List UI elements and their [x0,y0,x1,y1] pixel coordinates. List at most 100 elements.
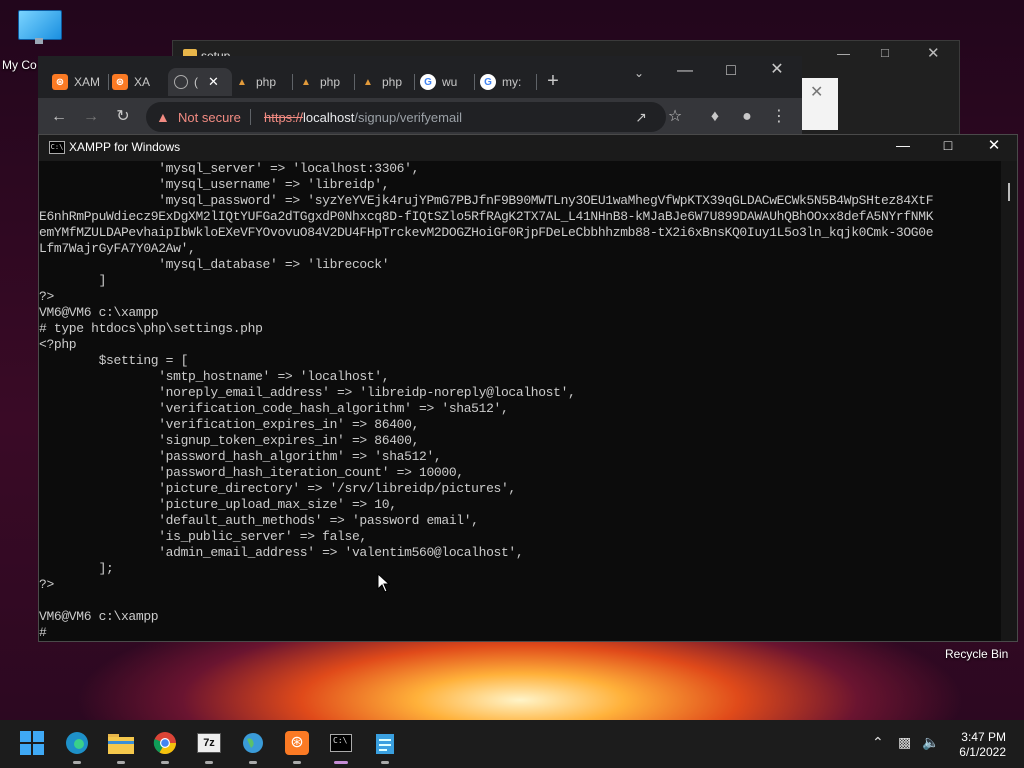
recycle-bin-label[interactable]: Recycle Bin [945,647,1008,661]
console-line: <?php [39,337,77,352]
tab-php-2[interactable]: ▲ php [298,68,350,96]
console-line: 'picture_upload_max_size' => 10, [39,497,397,512]
close-icon[interactable]: ✕ [927,44,940,62]
console-title-bar[interactable]: C:\ XAMPP for Windows — □ ✕ [39,135,1017,161]
url-text[interactable]: https://localhost/signup/verifyemail [264,110,462,125]
tab-label: XAM [74,75,101,89]
this-pc-icon[interactable] [18,10,62,44]
console-line: VM6@VM6 c:\xampp [39,609,159,624]
close-icon[interactable]: ✕ [810,82,823,102]
console-line: VM6@VM6 c:\xampp [39,305,159,320]
share-icon[interactable]: ↗ [630,106,652,128]
php-icon: ▲ [363,76,373,88]
volume-icon[interactable]: 🔈 [922,734,939,751]
console-line: E6nhRmPpuWdiecz9ExDgXM2lIQtYUFGa2dTGgxdP… [39,209,934,224]
mouse-cursor-icon [377,573,391,593]
file-explorer-app[interactable] [106,728,136,764]
console-icon: C:\ [49,141,65,154]
close-icon[interactable]: ✕ [766,59,788,81]
tab-google-1[interactable]: G wu [420,68,472,96]
close-icon[interactable]: ✕ [979,136,1009,154]
minimize-icon[interactable]: — [837,46,850,61]
console-title: XAMPP for Windows [69,140,181,154]
globe-icon [174,75,188,89]
minimize-icon[interactable]: — [888,137,918,153]
chrome-app[interactable] [150,728,180,764]
console-line: emYMfMZULDAPevhaipIbWkloEXeVFYOvovuO84V2… [39,225,934,240]
console-line: 'admin_email_address' => 'valentim560@lo… [39,545,524,560]
console-line: ?> [39,289,54,304]
profile-icon[interactable]: ● [736,106,758,128]
warning-icon[interactable]: ▲ [156,109,170,125]
console-line: 'is_public_server' => false, [39,529,367,544]
menu-icon[interactable]: ⋮ [768,106,790,128]
clock-date: 6/1/2022 [959,745,1006,759]
this-pc-label[interactable]: My Co [2,58,37,72]
console-line: Lfm7WajrGyFA7Y0A2Aw', [39,241,196,256]
console-window[interactable]: C:\ XAMPP for Windows — □ ✕ 'mysql_serve… [38,134,1018,642]
xampp-app[interactable]: ⊛ [282,728,312,764]
console-line: 'noreply_email_address' => 'libreidp-nor… [39,385,576,400]
maximize-icon[interactable]: □ [933,137,963,153]
tab-xampp-2[interactable]: ⊛ XA [112,68,164,96]
xampp-icon: ⊛ [112,74,128,90]
console-line: 'mysql_username' => 'libreidp', [39,177,390,192]
php-icon: ▲ [301,76,311,88]
tab-label: php [256,75,277,89]
tab-label: ( [194,75,198,89]
console-scrollbar[interactable] [1001,161,1017,641]
browser-toolbar: ← → ↻ ▲ Not secure https://localhost/sig… [38,98,802,136]
scroll-thumb[interactable] [1008,183,1010,201]
console-line: 'password_hash_algorithm' => 'sha512', [39,449,442,464]
tab-label: php [320,75,341,89]
console-line: 'default_auth_methods' => 'password emai… [39,513,479,528]
console-output[interactable]: 'mysql_server' => 'localhost:3306', 'mys… [39,161,1001,641]
tab-label: my: [502,75,522,89]
start-button[interactable] [17,728,47,758]
tab-active[interactable]: ( ✕ [168,68,232,96]
tab-php-3[interactable]: ▲ php [360,68,412,96]
folder-icon [108,734,134,754]
console-line: 'mysql_database' => 'librecock' [39,257,390,272]
console-line: 'mysql_server' => 'localhost:3306', [39,161,420,176]
back-icon[interactable]: ← [48,106,70,128]
security-label[interactable]: Not secure [178,110,241,125]
7zip-app[interactable]: 7z [194,728,224,764]
address-bar[interactable]: ▲ Not secure https://localhost/signup/ve… [146,102,666,132]
console-line: ?> [39,577,54,592]
edge-app[interactable] [62,728,92,764]
network-icon[interactable]: ▩ [898,734,911,751]
new-tab-icon[interactable]: + [542,70,564,92]
console-line: 'picture_directory' => '/srv/libreidp/pi… [39,481,516,496]
url-protocol: https:// [264,110,304,125]
maximize-icon[interactable]: □ [720,60,742,82]
maximize-icon[interactable]: □ [881,45,889,60]
minimize-icon[interactable]: — [674,60,696,82]
tab-xampp-1[interactable]: ⊛ XAM [52,68,104,96]
notepad-icon [376,734,394,754]
google-icon: G [420,74,436,90]
console-line: 'smtp_hostname' => 'localhost', [39,369,390,384]
bookmark-star-icon[interactable]: ☆ [664,106,686,128]
tab-search-icon[interactable]: ⌄ [628,62,650,84]
tab-strip: ⊛ XAM ⊛ XA ( ✕ ▲ php ▲ php ▲ php G wu G … [38,56,802,98]
network-app[interactable] [238,728,268,764]
google-icon: G [480,74,496,90]
chevron-up-icon[interactable]: ⌃ [872,734,884,751]
console-line: 'password_hash_iteration_count' => 10000… [39,465,464,480]
chrome-window[interactable]: ⊛ XAM ⊛ XA ( ✕ ▲ php ▲ php ▲ php G wu G … [38,56,802,136]
system-clock[interactable]: 3:47 PM 6/1/2022 [946,730,1006,760]
forward-icon[interactable]: → [80,106,102,128]
reload-icon[interactable]: ↻ [112,106,134,128]
console-line: 'verification_code_hash_algorithm' => 's… [39,401,509,416]
tab-google-2[interactable]: G my: [480,68,532,96]
xampp-icon: ⊛ [285,731,309,755]
console-line: # [39,625,47,640]
terminal-app[interactable]: C:\ [326,728,356,764]
notepad-app[interactable] [370,728,400,764]
extensions-icon[interactable]: ♦ [704,106,726,128]
tab-close-icon[interactable]: ✕ [208,74,219,90]
tab-label: php [382,75,403,89]
tab-php-1[interactable]: ▲ php [234,68,286,96]
